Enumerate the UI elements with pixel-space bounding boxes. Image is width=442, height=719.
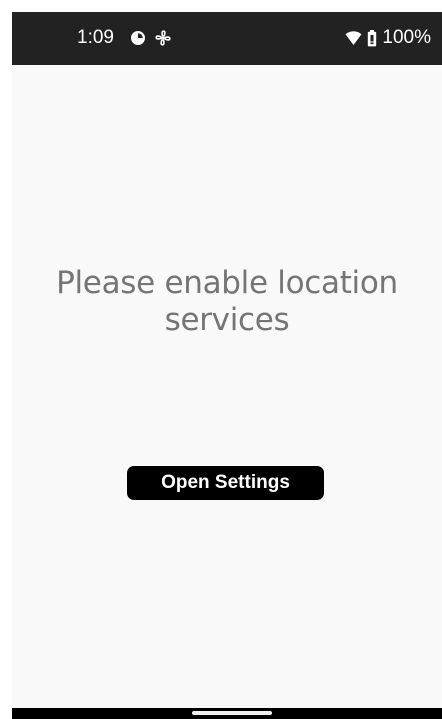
data-saver-icon bbox=[130, 30, 146, 46]
fan-icon bbox=[154, 29, 172, 47]
battery-percentage: 100% bbox=[382, 27, 431, 48]
open-settings-button[interactable]: Open Settings bbox=[127, 466, 324, 500]
home-gesture-handle[interactable] bbox=[192, 711, 272, 715]
device-frame: 1:09 100% Please enable location service… bbox=[0, 0, 442, 719]
status-bar: 1:09 100% bbox=[12, 12, 442, 65]
app-screen: 1:09 100% Please enable location service… bbox=[12, 12, 442, 719]
location-services-message: Please enable location services bbox=[56, 265, 398, 338]
status-system-icons: 100% bbox=[345, 26, 431, 50]
status-notification-icons bbox=[130, 29, 172, 47]
wifi-icon bbox=[345, 30, 362, 46]
navigation-bar bbox=[12, 708, 442, 719]
battery-icon bbox=[367, 29, 377, 47]
status-time: 1:09 bbox=[77, 27, 114, 48]
